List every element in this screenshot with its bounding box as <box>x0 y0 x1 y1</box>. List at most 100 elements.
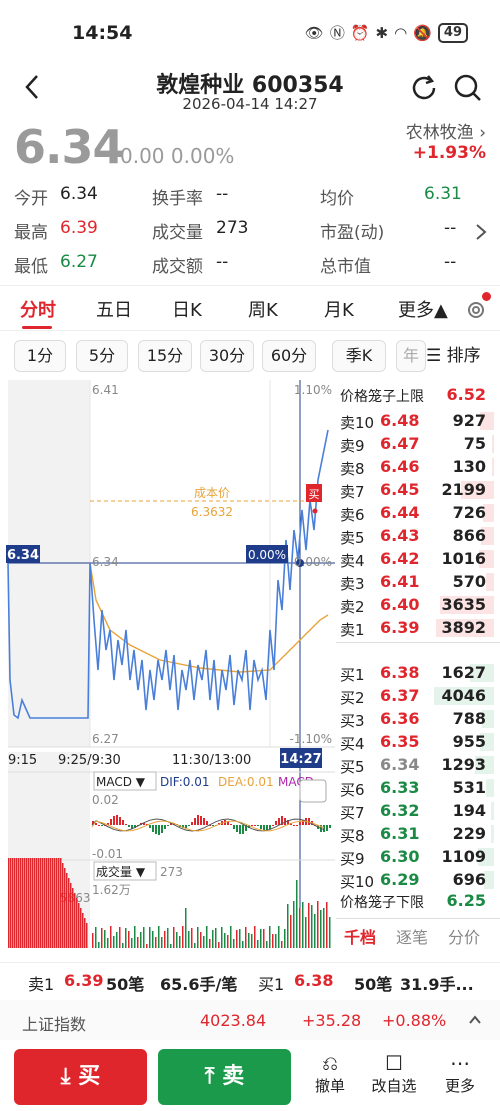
intraday-chart[interactable]: 成本价 6.3632 买 6.41 6.34 6.27 1.10% 0.00% … <box>0 380 335 950</box>
volume-bar <box>284 929 286 948</box>
search-icon[interactable] <box>452 72 484 104</box>
asks-row[interactable]: 卖2 6.40 3635 <box>336 594 500 616</box>
volume-bar <box>122 943 124 948</box>
volume-bar <box>260 929 262 948</box>
bids-row[interactable]: 买6 6.33 531 <box>336 777 500 799</box>
macd-bar <box>251 825 253 826</box>
volume-bar <box>263 929 265 948</box>
volume-bar <box>30 858 32 948</box>
volume-bar <box>305 917 307 948</box>
interval-0[interactable]: 1分 <box>14 340 66 372</box>
bids-row[interactable]: 买4 6.35 955 <box>336 731 500 753</box>
tab-active-indicator <box>22 326 52 329</box>
tab-5[interactable]: 更多▲ <box>398 296 448 322</box>
asks-row[interactable]: 卖7 6.45 2199 <box>336 479 500 501</box>
tab-3[interactable]: 周K <box>248 296 278 322</box>
buy-button[interactable]: ⤓ 买 <box>14 1049 147 1105</box>
asks-volume: 3635 <box>441 595 486 614</box>
bids-row[interactable]: 买10 6.29 696 <box>336 869 500 891</box>
index-change: +35.28 <box>302 1011 362 1030</box>
asks-row[interactable]: 卖4 6.42 1016 <box>336 548 500 570</box>
stat-value: 6.39 <box>60 218 98 238</box>
interval-4[interactable]: 60分 <box>262 340 316 372</box>
volume-bar <box>329 917 331 948</box>
volume-bar <box>188 931 190 948</box>
tab-fenjia[interactable]: 分价 <box>448 924 480 948</box>
interval-2[interactable]: 15分 <box>138 340 192 372</box>
volume-bar <box>50 858 52 948</box>
stat-label: 成交额 <box>152 257 203 277</box>
volume-bar <box>185 908 187 948</box>
interval-1[interactable]: 5分 <box>76 340 128 372</box>
asks-row[interactable]: 卖5 6.43 866 <box>336 525 500 547</box>
volume-bar <box>34 858 36 948</box>
cancel-order-button[interactable]: ⎌ 撤单 <box>308 1051 352 1096</box>
last-price: 6.34 <box>14 120 124 174</box>
volume-bar <box>266 941 268 948</box>
interval-5[interactable]: 季K <box>332 340 386 372</box>
volume-bar <box>28 858 30 948</box>
asks-label: 卖4 <box>340 552 365 570</box>
volume-bar <box>72 888 74 948</box>
more-button[interactable]: ⋯ 更多 <box>438 1051 482 1096</box>
tab-zhubi[interactable]: 逐笔 <box>396 924 428 948</box>
pct-mid: 0.00% <box>294 555 332 569</box>
chart-toggle-icon[interactable] <box>299 779 327 803</box>
volume-bar <box>64 868 66 948</box>
asks-row[interactable]: 卖3 6.41 570 <box>336 571 500 593</box>
asks-row[interactable]: 卖8 6.46 130 <box>336 456 500 478</box>
volume-bar <box>191 928 193 948</box>
interval-3[interactable]: 30分 <box>200 340 254 372</box>
chevron-right-icon[interactable] <box>474 222 488 242</box>
tab-1[interactable]: 五日 <box>96 296 132 322</box>
bids-row[interactable]: 买7 6.32 194 <box>336 800 500 822</box>
sector-link[interactable]: 农林牧渔 › +1.93% <box>406 118 486 163</box>
sort-button[interactable]: ☰ 排序 <box>426 340 500 372</box>
interval-6[interactable]: 年 <box>396 340 426 372</box>
y-mid: 6.34 <box>92 555 119 569</box>
chevron-up-icon[interactable] <box>468 1014 482 1026</box>
volume-bar <box>46 858 48 948</box>
volume-bar <box>203 936 205 948</box>
buy-down-icon: ⤓ <box>60 1064 79 1089</box>
asks-row[interactable]: 卖10 6.48 927 <box>336 410 500 432</box>
stat-value: 6.34 <box>60 184 98 204</box>
bids-row[interactable]: 买2 6.37 4046 <box>336 685 500 707</box>
macd-bar <box>116 815 118 825</box>
stats-grid[interactable]: 今开 6.34 换手率 -- 均价 6.31 最高 6.39 成交量 273 市盈(动) -- 最低 6.… <box>0 180 500 280</box>
macd-bar <box>197 815 199 825</box>
bids-row[interactable]: 买1 6.38 1627 <box>336 662 500 684</box>
refresh-icon[interactable] <box>408 72 440 104</box>
tab-2[interactable]: 日K <box>172 296 202 322</box>
bids-row[interactable]: 买8 6.31 229 <box>336 823 500 845</box>
macd-bar <box>206 821 208 825</box>
asks-row[interactable]: 卖1 6.39 3892 <box>336 617 500 639</box>
sector-pct: +1.93% <box>412 143 486 163</box>
sell-label: 卖 <box>222 1064 245 1089</box>
volume-bar <box>212 930 214 948</box>
settings-gear-icon[interactable] <box>464 298 488 322</box>
asks-row[interactable]: 卖6 6.44 726 <box>336 502 500 524</box>
bids-row[interactable]: 买9 6.30 1109 <box>336 846 500 868</box>
lower-limit-row: 价格笼子下限 6.25 <box>336 890 500 912</box>
asks-price: 6.47 <box>380 434 420 453</box>
left-price-tag: 6.34 <box>7 548 39 563</box>
watchlist-button[interactable]: ☐ 改自选 <box>366 1051 422 1096</box>
index-ticker[interactable]: 上证指数 4023.84 +35.28 +0.88% <box>0 1000 500 1040</box>
bids-row[interactable]: 买5 6.34 1293 <box>336 754 500 776</box>
tab-4[interactable]: 月K <box>324 296 354 322</box>
bids-row[interactable]: 买3 6.36 788 <box>336 708 500 730</box>
sell-button[interactable]: ⤒ 卖 <box>158 1049 291 1105</box>
x-label-noon: 11:30/13:00 <box>172 753 251 768</box>
tab-0[interactable]: 分时 <box>20 296 56 322</box>
volume-bar <box>26 858 28 948</box>
volume-bar <box>227 935 229 948</box>
asks-row[interactable]: 卖9 6.47 75 <box>336 433 500 455</box>
volume-bar <box>308 903 310 948</box>
sector-name: 农林牧渔 › <box>405 123 486 143</box>
tab-qiandang[interactable]: 千档 <box>344 924 376 948</box>
index-pct: +0.88% <box>382 1011 447 1030</box>
volume-bar <box>293 901 295 948</box>
vol-label: 成交量 ▼ <box>96 864 146 879</box>
volume-bar <box>104 930 106 948</box>
